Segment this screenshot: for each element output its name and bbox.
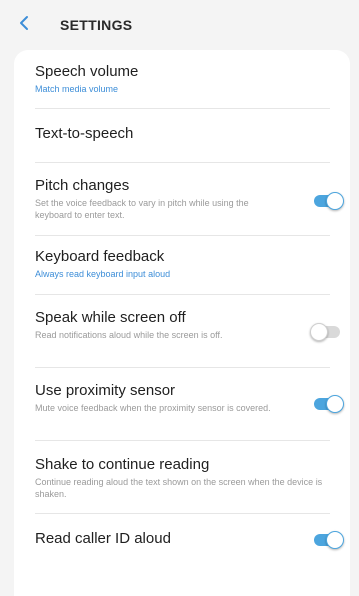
settings-list: Speech volume Match media volume Text-to… bbox=[14, 50, 350, 596]
setting-text-to-speech[interactable]: Text-to-speech bbox=[14, 109, 350, 162]
toggle-knob bbox=[310, 323, 328, 341]
setting-speak-while-screen-off[interactable]: Speak while screen off Read notification… bbox=[14, 295, 350, 367]
toggle-knob bbox=[326, 531, 344, 549]
back-button[interactable] bbox=[18, 3, 58, 47]
setting-pitch-changes[interactable]: Pitch changes Set the voice feedback to … bbox=[14, 163, 350, 235]
setting-description: Continue reading aloud the text shown on… bbox=[35, 477, 323, 499]
setting-title: Read caller ID aloud bbox=[35, 530, 171, 547]
setting-title: Keyboard feedback bbox=[35, 248, 165, 265]
setting-title: Speak while screen off bbox=[35, 309, 186, 326]
app-bar: SETTINGS bbox=[0, 0, 359, 50]
toggle-knob bbox=[326, 192, 344, 210]
setting-keyboard-feedback[interactable]: Keyboard feedback Always read keyboard i… bbox=[14, 236, 350, 294]
setting-title: Shake to continue reading bbox=[35, 456, 210, 473]
setting-shake-to-continue-reading[interactable]: Shake to continue reading Continue readi… bbox=[14, 441, 350, 513]
setting-title: Use proximity sensor bbox=[35, 382, 176, 399]
setting-title: Speech volume bbox=[35, 63, 139, 80]
setting-value: Always read keyboard input aloud bbox=[35, 269, 171, 279]
toggle-knob bbox=[326, 395, 344, 413]
setting-title: Text-to-speech bbox=[35, 125, 134, 142]
setting-speech-volume[interactable]: Speech volume Match media volume bbox=[14, 50, 350, 108]
chevron-left-icon bbox=[18, 15, 30, 36]
setting-description: Read notifications aloud while the scree… bbox=[35, 330, 223, 340]
use-proximity-sensor-toggle[interactable] bbox=[310, 394, 344, 414]
setting-description: Mute voice feedback when the proximity s… bbox=[35, 403, 271, 413]
setting-read-caller-id-aloud[interactable]: Read caller ID aloud bbox=[14, 514, 350, 574]
read-caller-id-aloud-toggle[interactable] bbox=[310, 530, 344, 550]
page-title: SETTINGS bbox=[60, 17, 133, 33]
setting-title: Pitch changes bbox=[35, 177, 130, 194]
settings-screen: SETTINGS Speech volume Match media volum… bbox=[0, 0, 359, 596]
setting-value: Match media volume bbox=[35, 84, 119, 94]
pitch-changes-toggle[interactable] bbox=[310, 191, 344, 211]
setting-description: Set the voice feedback to vary in pitch … bbox=[35, 198, 249, 220]
speak-while-screen-off-toggle[interactable] bbox=[310, 322, 344, 342]
setting-use-proximity-sensor[interactable]: Use proximity sensor Mute voice feedback… bbox=[14, 368, 350, 440]
